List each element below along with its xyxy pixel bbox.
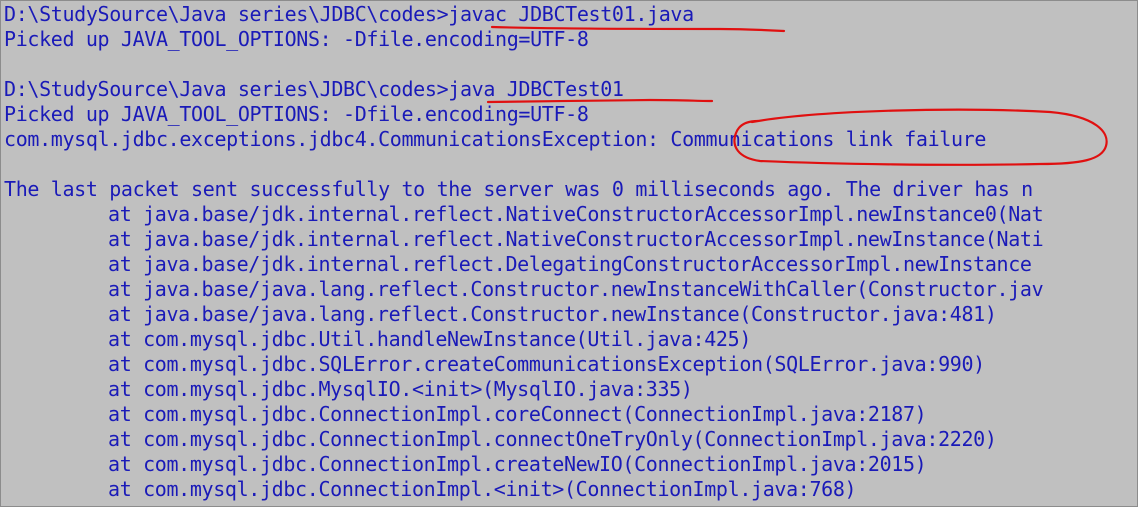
console-line-javac-command: D:\StudySource\Java series\JDBC\codes>ja… (4, 2, 694, 26)
stack-trace-line: at java.base/java.lang.reflect.Construct… (108, 302, 997, 326)
console-line-java-command: D:\StudySource\Java series\JDBC\codes>ja… (4, 77, 624, 101)
stack-trace-line: at com.mysql.jdbc.MysqlIO.<init>(MysqlIO… (108, 377, 693, 401)
console-line-tool-options: Picked up JAVA_TOOL_OPTIONS: -Dfile.enco… (4, 102, 589, 126)
console-line-tool-options: Picked up JAVA_TOOL_OPTIONS: -Dfile.enco… (4, 27, 589, 51)
console-line-exception: com.mysql.jdbc.exceptions.jdbc4.Communic… (4, 127, 987, 151)
stack-trace-line: at java.base/jdk.internal.reflect.Native… (108, 227, 1044, 251)
stack-trace-line: at java.base/jdk.internal.reflect.Native… (108, 202, 1044, 226)
stack-trace-line: at com.mysql.jdbc.ConnectionImpl.coreCon… (108, 402, 927, 426)
stack-trace-line: at com.mysql.jdbc.SQLError.createCommuni… (108, 352, 985, 376)
stack-trace-line: at com.mysql.jdbc.ConnectionImpl.<init>(… (108, 477, 857, 501)
stack-trace-line: at com.mysql.jdbc.Util.handleNewInstance… (108, 327, 752, 351)
console-line-last-packet: The last packet sent successfully to the… (4, 177, 1033, 201)
stack-trace-line: at java.base/java.lang.reflect.Construct… (108, 277, 1044, 301)
stack-trace-line: at java.base/jdk.internal.reflect.Delega… (108, 252, 1032, 276)
stack-trace-line: at com.mysql.jdbc.ConnectionImpl.createN… (108, 452, 927, 476)
console-window[interactable]: D:\StudySource\Java series\JDBC\codes>ja… (0, 0, 1138, 507)
stack-trace-line: at com.mysql.jdbc.ConnectionImpl.connect… (108, 427, 997, 451)
